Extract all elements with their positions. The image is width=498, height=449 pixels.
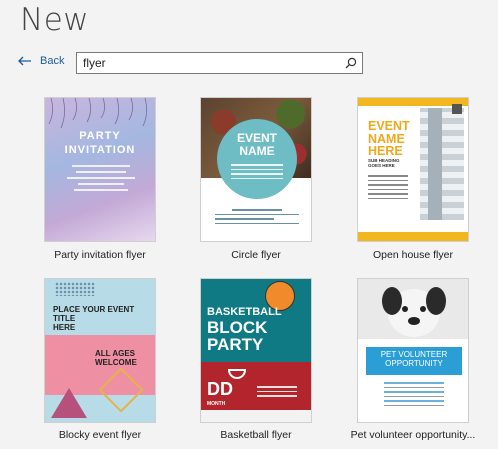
triangle-shape [51, 388, 87, 418]
pet-art-lines [384, 379, 444, 409]
party-art-title-2: INVITATION [64, 144, 136, 156]
bball-art-day: DD [207, 379, 233, 399]
bball-art-month: MONTH [207, 401, 226, 407]
back-arrow-icon [18, 56, 31, 66]
back-label: Back [40, 55, 65, 67]
bball-art-title-2: BLOCK PARTY [207, 318, 268, 354]
blocky-art-title: PLACE YOUR EVENT TITLE HERE [53, 305, 135, 332]
template-label-blocky-event[interactable]: Blocky event flyer [30, 429, 170, 441]
party-art-title-1: PARTY [79, 130, 121, 142]
circle-footer-lines [215, 206, 299, 227]
template-thumbnail-blocky-event[interactable]: PLACE YOUR EVENT TITLE HERE ALL AGES WELCO… [44, 278, 156, 423]
search-box[interactable] [76, 52, 363, 74]
pet-art-title: PET VOLUNTEER OPPORTUNITY [380, 350, 448, 368]
search-input[interactable] [77, 56, 340, 70]
template-thumbnail-party-invitation[interactable]: PARTY INVITATION [44, 97, 156, 242]
bball-art-lines [257, 383, 297, 400]
template-label-basketball[interactable]: Basketball flyer [186, 429, 326, 441]
party-art-lines [59, 161, 143, 195]
open-art-title: EVENT NAME HERE [368, 119, 410, 158]
circle-art-title: EVENT NAME [236, 131, 277, 158]
bottom-strip [201, 410, 311, 422]
blocky-art-subtitle: ALL AGES WELCOME [95, 349, 137, 367]
circle-art-lines [231, 161, 283, 182]
dog-photo [358, 279, 468, 339]
building-column [428, 108, 442, 220]
house-icon [452, 104, 462, 114]
template-thumbnail-pet-volunteer[interactable]: PET VOLUNTEER OPPORTUNITY [357, 278, 469, 423]
back-button[interactable]: Back [18, 55, 64, 67]
template-label-open-house[interactable]: Open house flyer [343, 249, 483, 261]
template-thumbnail-basketball[interactable]: BASKETBALL BLOCK PARTY DD MONTH [200, 278, 312, 423]
template-thumbnail-circle[interactable]: EVENT NAME [200, 97, 312, 242]
open-art-lines [368, 172, 408, 202]
template-thumbnail-open-house[interactable]: EVENT NAME HERE SUB HEADING GOES HERE [357, 97, 469, 242]
search-icon[interactable] [340, 57, 362, 69]
page-title: New [20, 2, 90, 38]
open-art-subheading: SUB HEADING GOES HERE [368, 158, 400, 168]
bball-art-title-1: BASKETBALL [207, 306, 282, 318]
building-photo [420, 108, 464, 220]
bottom-bar [358, 232, 468, 241]
template-label-party-invitation[interactable]: Party invitation flyer [30, 249, 170, 261]
template-label-pet-volunteer[interactable]: Pet volunteer opportunity... [343, 429, 483, 441]
dots-pattern [55, 282, 95, 296]
template-label-circle[interactable]: Circle flyer [186, 249, 326, 261]
